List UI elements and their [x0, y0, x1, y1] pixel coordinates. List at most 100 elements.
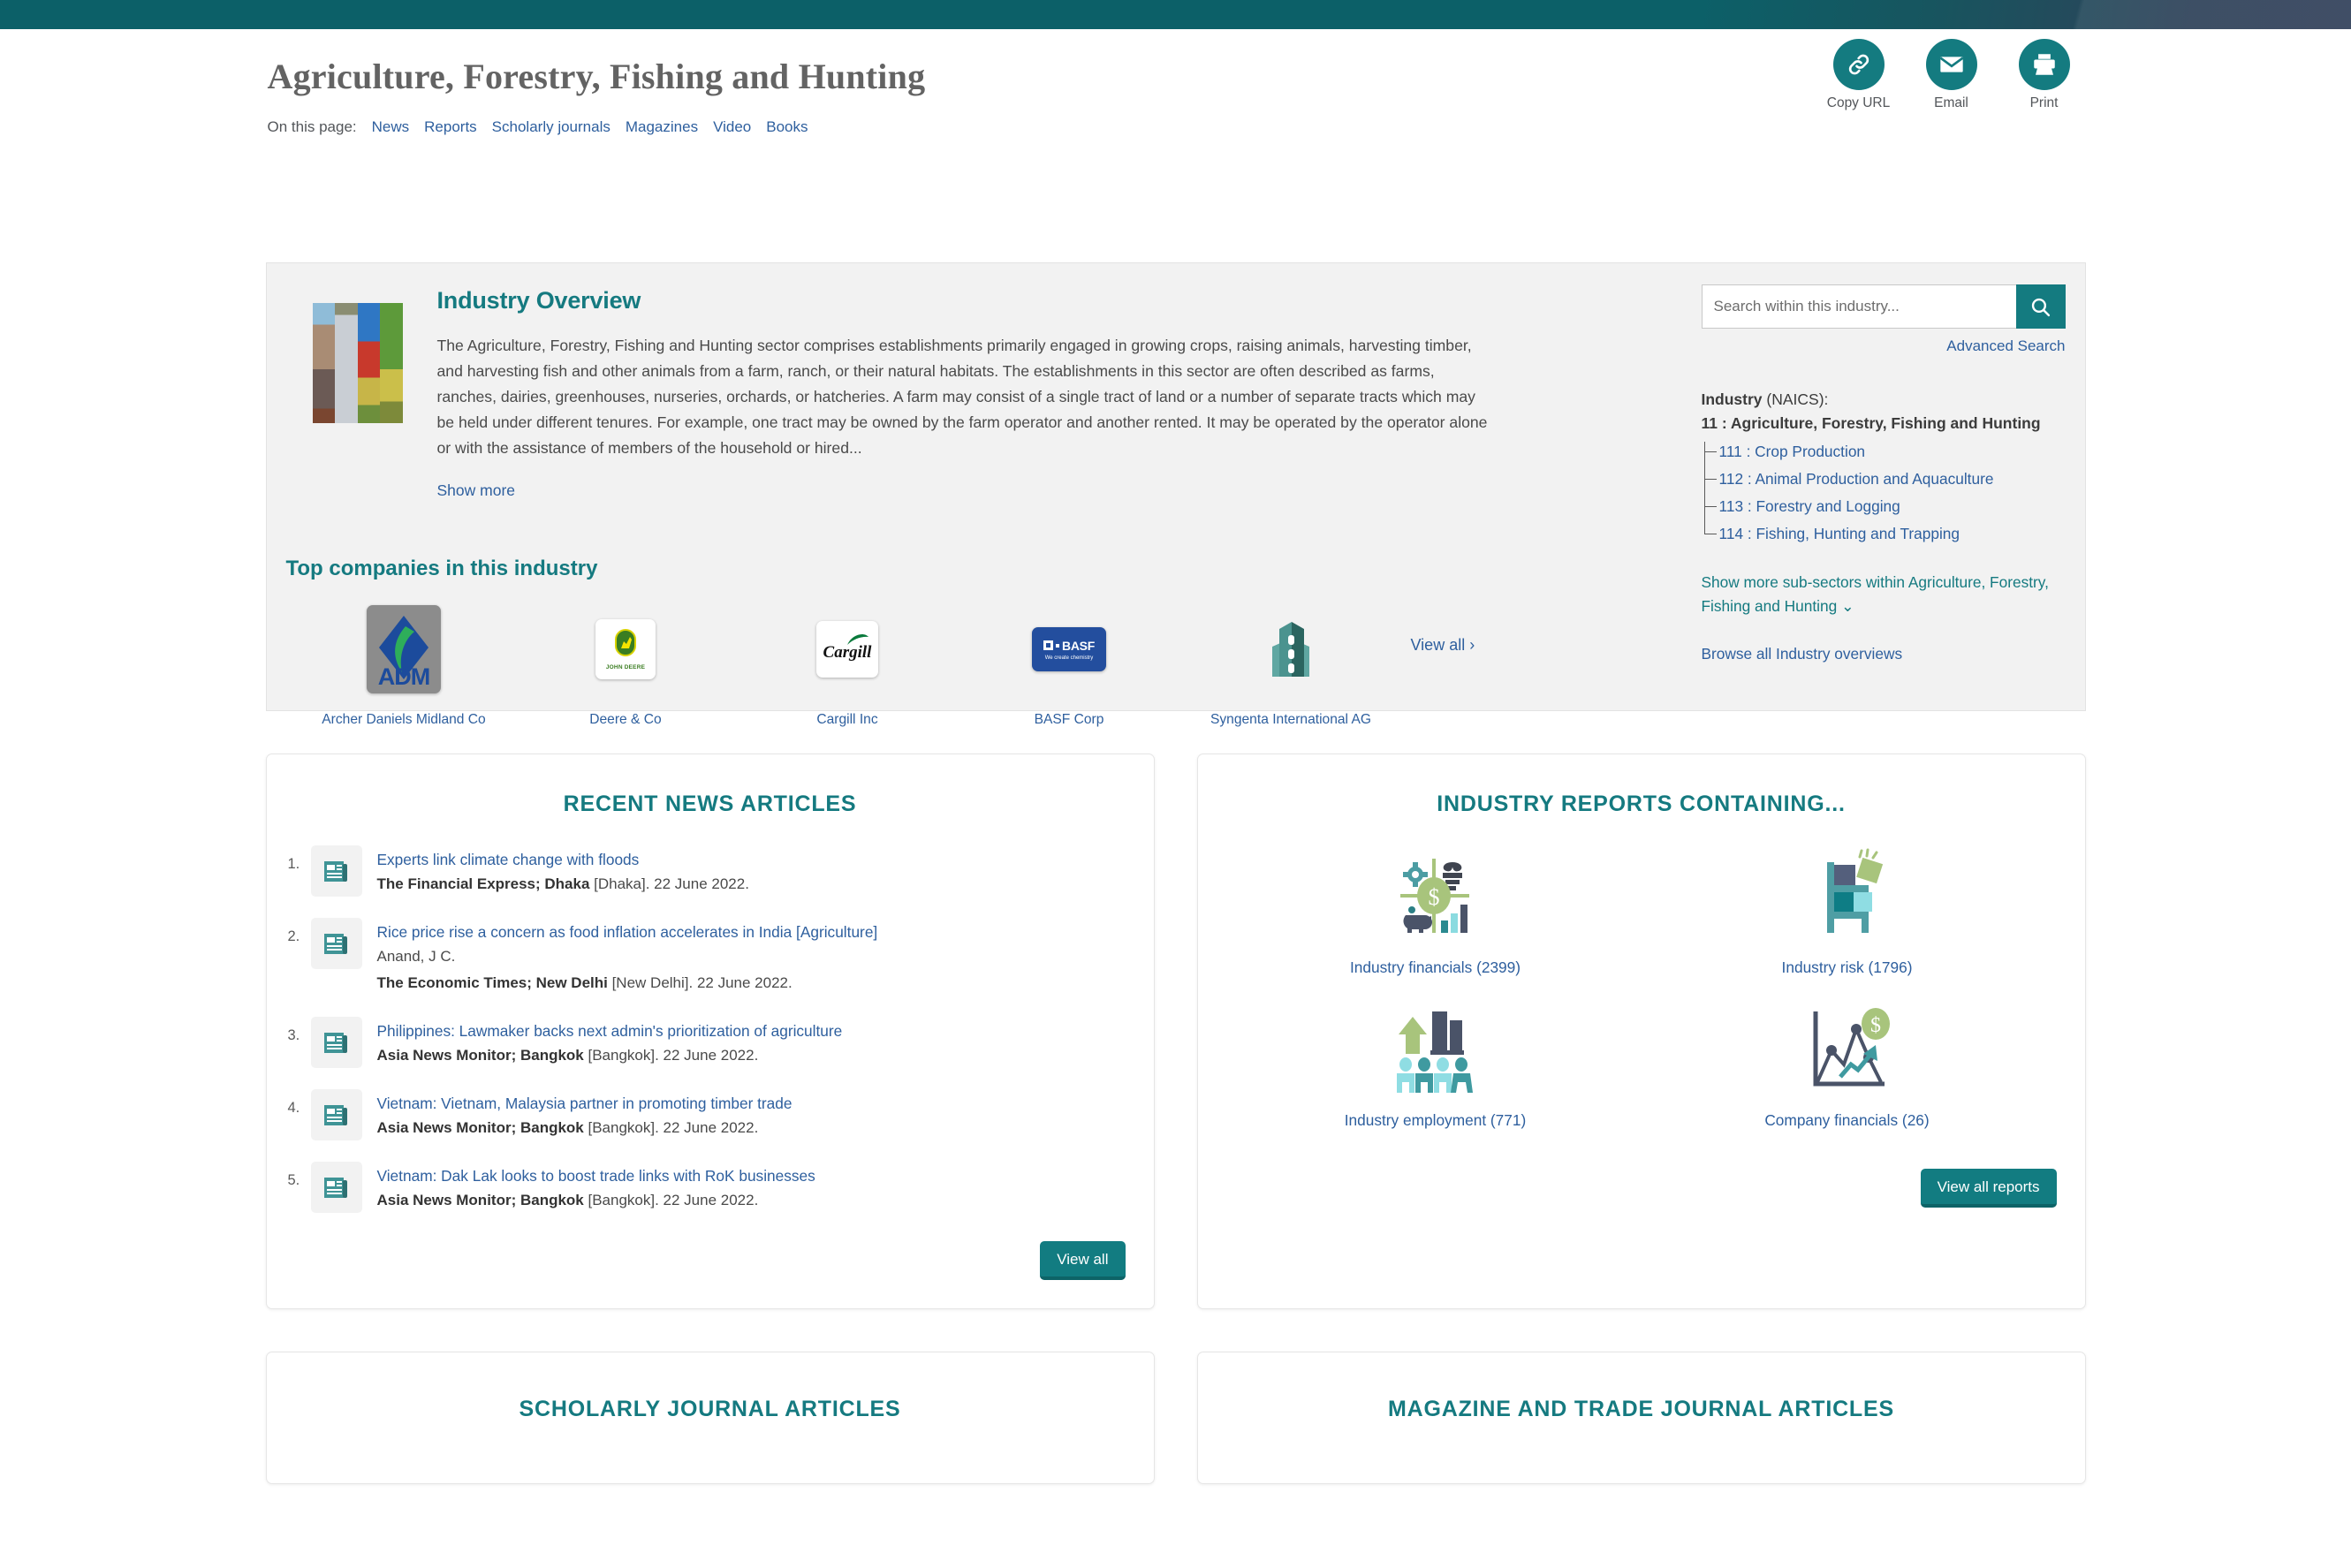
company-logo: ADM [293, 595, 515, 704]
news-item-source: The Economic Times; New Delhi [New Delhi… [377, 970, 878, 996]
view-all-news-button[interactable]: View all [1040, 1241, 1126, 1280]
newspaper-icon [310, 1017, 362, 1068]
report-industry-risk[interactable]: Industry risk (1796) [1702, 844, 1993, 977]
news-item-number: 1. [287, 856, 300, 872]
news-item-title[interactable]: Vietnam: Vietnam, Malaysia partner in pr… [377, 1092, 793, 1115]
news-item-title[interactable]: Vietnam: Dak Lak looks to boost trade li… [377, 1164, 815, 1187]
naics-child-link[interactable]: 113 : Forestry and Logging [1719, 497, 1900, 515]
company-name[interactable]: Syngenta International AG [1180, 708, 1402, 731]
company-card-cargill[interactable]: Cargill Cargill Inc [737, 595, 959, 731]
search-button[interactable] [2015, 284, 2066, 329]
magazine-trade-journal-title: MAGAZINE AND TRADE JOURNAL ARTICLES [1388, 1397, 1894, 1421]
view-all-companies-link[interactable]: View all › [1411, 636, 1475, 655]
report-label[interactable]: Industry employment (771) [1290, 1111, 1581, 1130]
link-icon [1832, 39, 1885, 90]
company-logo: Cargill [737, 595, 959, 704]
basf-logo: BASF We create chemistry [1032, 627, 1106, 671]
search-input[interactable] [1701, 284, 2016, 329]
news-item-text: Rice price rise a concern as food inflat… [377, 918, 878, 996]
naics-child-113[interactable]: 113 : Forestry and Logging [1703, 493, 2066, 520]
news-item-title[interactable]: Philippines: Lawmaker backs next admin's… [377, 1019, 843, 1042]
advanced-search-link[interactable]: Advanced Search [1702, 337, 2065, 355]
news-item-title[interactable]: Experts link climate change with floods [377, 848, 749, 871]
on-this-page-label: On this page: [267, 118, 357, 135]
on-this-page-link-news[interactable]: News [372, 118, 410, 135]
show-more-subsectors-link[interactable]: Show more sub-sectors within Agriculture… [1702, 571, 2055, 618]
copy-url-button[interactable]: Copy URL [1824, 39, 1893, 111]
report-company-financials[interactable]: $ Company financials (26) [1702, 996, 1993, 1130]
naics-child-link[interactable]: 114 : Fishing, Hunting and Trapping [1719, 525, 1960, 542]
search-row [1701, 284, 2066, 329]
news-source-detail: [New Delhi]. 22 June 2022. [607, 974, 793, 991]
page-header: Agriculture, Forestry, Fishing and Hunti… [266, 29, 2086, 140]
john-deere-logo: JOHN DEERE [595, 619, 656, 679]
news-item-source: The Financial Express; Dhaka [Dhaka]. 22… [377, 871, 749, 898]
scholarly-journal-card: SCHOLARLY JOURNAL ARTICLES [265, 1352, 1155, 1484]
news-list-item[interactable]: 5. Vietnam: Dak Lak looks to boost trade… [288, 1162, 1154, 1214]
on-this-page-link-video[interactable]: Video [713, 118, 751, 135]
on-this-page-link-scholarly-journals[interactable]: Scholarly journals [492, 118, 611, 135]
newspaper-icon [310, 918, 362, 969]
news-item-number: 2. [287, 928, 300, 944]
recent-news-title: RECENT NEWS ARTICLES [563, 792, 857, 816]
news-list-item[interactable]: 1. Experts link climate change with floo… [288, 845, 1154, 898]
company-logo: JOHN DEERE [515, 595, 737, 704]
cargill-logo: Cargill [816, 621, 878, 678]
news-item-text: Experts link climate change with floods … [377, 845, 749, 898]
email-button[interactable]: Email [1917, 39, 1986, 111]
view-all-reports-button[interactable]: View all reports [1920, 1169, 2057, 1208]
news-source-detail: [Bangkok]. 22 June 2022. [583, 1192, 759, 1208]
naics-child-114[interactable]: 114 : Fishing, Hunting and Trapping [1703, 520, 2066, 548]
news-item-number: 5. [287, 1172, 300, 1188]
industry-reports-title: INDUSTRY REPORTS CONTAINING... [1437, 792, 1846, 816]
on-this-page-link-reports[interactable]: Reports [424, 118, 477, 135]
company-name[interactable]: BASF Corp [959, 708, 1180, 731]
print-label: Print [2029, 95, 2059, 110]
top-companies-row: ADM Archer Daniels Midland Co JOHN DEERE [293, 595, 1530, 731]
company-name[interactable]: Deere & Co [515, 708, 737, 731]
news-list: 1. Experts link climate change with floo… [288, 845, 1154, 1214]
naics-child-112[interactable]: 112 : Animal Production and Aquaculture [1703, 466, 2066, 493]
news-item-text: Philippines: Lawmaker backs next admin's… [377, 1017, 843, 1069]
newspaper-icon [310, 1089, 362, 1140]
printer-icon [2018, 39, 2070, 90]
company-card-basf[interactable]: BASF We create chemistry BASF Corp [959, 595, 1180, 731]
print-button[interactable]: Print [2010, 39, 2079, 111]
company-card-archer-daniels-midland[interactable]: ADM Archer Daniels Midland Co [293, 595, 515, 731]
show-more-link[interactable]: Show more [437, 481, 516, 500]
naics-subsector-tree: 111 : Crop Production 112 : Animal Produ… [1702, 438, 2066, 548]
report-industry-financials[interactable]: $ Industry financials (2399) [1290, 844, 1581, 977]
news-list-item[interactable]: 3. Philippines: Lawmaker backs next admi… [288, 1017, 1154, 1069]
news-list-item[interactable]: 2. Rice price rise a concern as food inf… [288, 918, 1154, 996]
naics-label: Industry (NAICS): [1702, 390, 2066, 409]
naics-child-link[interactable]: 111 : Crop Production [1719, 443, 1866, 460]
naics-child-111[interactable]: 111 : Crop Production [1703, 438, 2066, 466]
on-this-page-link-books[interactable]: Books [766, 118, 808, 135]
industry-risk-icon [1702, 844, 1993, 948]
top-banner-diagonal-accent [1909, 0, 2351, 29]
report-label[interactable]: Company financials (26) [1702, 1111, 1993, 1130]
company-card-deere[interactable]: JOHN DEERE Deere & Co [515, 595, 737, 731]
browse-all-overviews-link[interactable]: Browse all Industry overviews [1702, 645, 2066, 663]
news-source-name: The Economic Times; New Delhi [376, 974, 608, 991]
news-list-item[interactable]: 4. Vietnam: Vietnam, Malaysia partner in… [288, 1089, 1154, 1141]
naics-child-link[interactable]: 112 : Animal Production and Aquaculture [1719, 470, 1994, 488]
report-label[interactable]: Industry financials (2399) [1290, 958, 1581, 977]
report-industry-employment[interactable]: Industry employment (771) [1290, 996, 1581, 1130]
company-card-syngenta[interactable]: Syngenta International AG [1180, 595, 1402, 731]
industry-overview-text: The Agriculture, Forestry, Fishing and H… [436, 337, 1488, 457]
top-banner-bar [0, 0, 2351, 29]
company-name[interactable]: Archer Daniels Midland Co [293, 708, 515, 731]
news-item-author: Anand, J C. [376, 948, 456, 965]
recent-news-card: RECENT NEWS ARTICLES 1. Experts link cli… [265, 754, 1155, 1309]
on-this-page-link-magazines[interactable]: Magazines [626, 118, 698, 135]
page-action-buttons: Copy URL Email Print [1824, 39, 2079, 111]
industry-reports-card: INDUSTRY REPORTS CONTAINING... $ Industr… [1196, 754, 2086, 1309]
content-cards-row: RECENT NEWS ARTICLES 1. Experts link cli… [265, 754, 2086, 1309]
news-item-title[interactable]: Rice price rise a concern as food inflat… [377, 920, 878, 943]
industry-reports-grid: $ Industry financials (2399) Industry ri… [1230, 844, 2053, 1130]
report-label[interactable]: Industry risk (1796) [1702, 958, 1993, 977]
news-item-text: Vietnam: Vietnam, Malaysia partner in pr… [377, 1089, 793, 1141]
news-source-name: Asia News Monitor; Bangkok [376, 1192, 584, 1208]
company-name[interactable]: Cargill Inc [737, 708, 959, 731]
